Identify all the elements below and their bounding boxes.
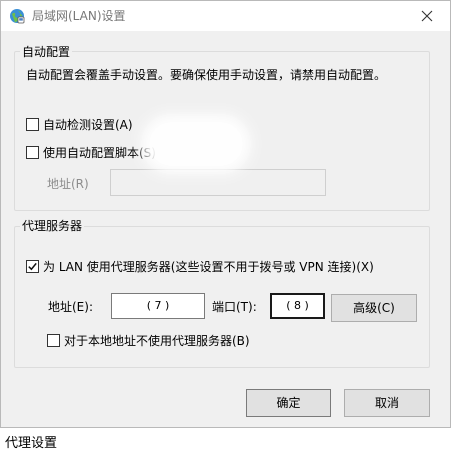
proxy-port-input[interactable]: ( 8 ) [270, 293, 325, 319]
title-bar: 局域网(LAN)设置 [1, 1, 450, 31]
cancel-button[interactable]: 取消 [344, 389, 430, 417]
proxy-port-label: 端口(T): [212, 300, 257, 314]
checkbox-box[interactable] [47, 334, 60, 347]
script-address-label: 地址(R) [47, 177, 89, 191]
redaction-blur [141, 114, 251, 174]
use-script-checkbox[interactable]: 使用自动配置脚本(S) [26, 144, 156, 161]
bypass-local-checkbox[interactable]: 对于本地地址不使用代理服务器(B) [47, 332, 250, 349]
checkbox-box[interactable] [26, 260, 39, 273]
auto-detect-label: 自动检测设置(A) [43, 118, 133, 132]
auto-detect-checkbox[interactable]: 自动检测设置(A) [26, 116, 133, 133]
proxy-address-input[interactable]: ( 7 ) [111, 293, 205, 319]
use-proxy-checkbox[interactable]: 为 LAN 使用代理服务器(这些设置不用于拨号或 VPN 连接)(X) [26, 258, 374, 275]
bypass-local-label: 对于本地地址不使用代理服务器(B) [64, 334, 250, 348]
use-proxy-label: 为 LAN 使用代理服务器(这些设置不用于拨号或 VPN 连接)(X) [43, 260, 374, 274]
auto-config-group-title: 自动配置 [20, 45, 73, 59]
figure-caption: 代理设置 [5, 436, 58, 451]
use-script-label: 使用自动配置脚本(S) [43, 146, 156, 160]
proxy-address-label: 地址(E): [48, 300, 93, 314]
network-globe-icon [9, 8, 25, 24]
close-icon [421, 10, 433, 22]
window-title: 局域网(LAN)设置 [32, 9, 126, 23]
checkbox-box[interactable] [26, 118, 39, 131]
ok-button[interactable]: 确定 [246, 389, 331, 417]
auto-config-description: 自动配置会覆盖手动设置。要确保使用手动设置，请禁用自动配置。 [26, 68, 387, 82]
lan-settings-dialog: 局域网(LAN)设置 自动配置 自动配置会覆盖手动设置。要确保使用手动设置，请禁… [0, 0, 451, 428]
checkbox-box[interactable] [26, 146, 39, 159]
checkmark-icon [28, 262, 37, 271]
close-button[interactable] [404, 1, 450, 31]
advanced-button[interactable]: 高级(C) [331, 294, 417, 322]
proxy-group-title: 代理服务器 [20, 219, 85, 233]
